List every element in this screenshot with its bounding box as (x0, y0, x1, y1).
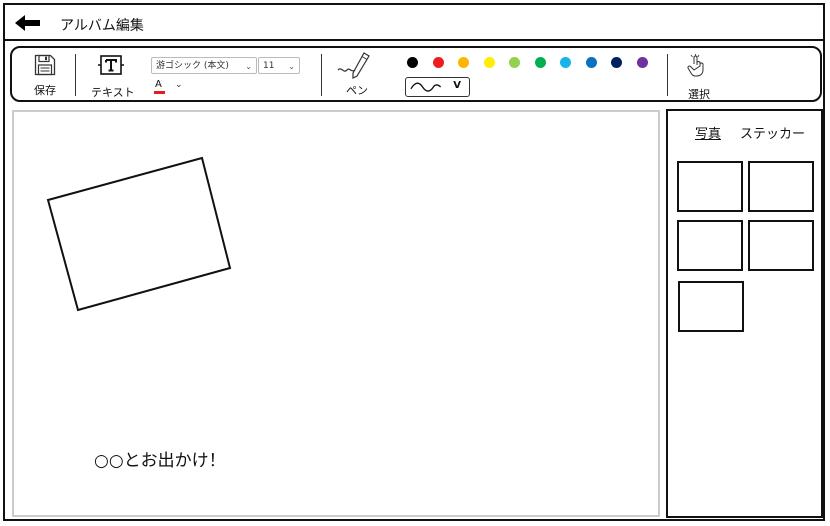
chevron-down-icon: ⌄ (245, 62, 252, 71)
toolbar-divider (321, 54, 322, 96)
color-swatch-navy[interactable] (611, 57, 622, 68)
toolbar-divider (667, 54, 668, 96)
photo-thumbnail[interactable] (678, 281, 744, 332)
toolbar-divider (75, 54, 76, 96)
color-swatch-purple[interactable] (636, 57, 648, 68)
color-swatch-orange[interactable] (458, 57, 469, 68)
color-swatch-yellow[interactable] (483, 57, 495, 68)
page-title: アルバム編集 (60, 18, 144, 34)
font-color-button[interactable]: A ⌄ (153, 79, 187, 96)
floppy-disk-icon (34, 54, 56, 76)
select-label: 選択 (688, 88, 710, 101)
font-color-letter: A (155, 79, 162, 90)
pen-button[interactable]: ペン (336, 50, 382, 97)
pen-icon (337, 52, 370, 79)
text-box-icon (98, 55, 124, 75)
color-swatch-blue[interactable] (585, 57, 597, 68)
side-panel: 写真 ステッカー (666, 109, 823, 518)
hand-pointer-icon (687, 54, 704, 77)
save-button[interactable]: 保存 (30, 52, 62, 98)
canvas-caption[interactable]: ○○とお出かけ！ (94, 446, 226, 471)
photo-thumbnail[interactable] (677, 220, 743, 271)
color-swatch-black[interactable] (407, 57, 418, 68)
chevron-down-icon: ⌄ (175, 80, 183, 90)
color-swatch-green[interactable] (534, 57, 546, 68)
font-size-value: 11 (263, 61, 275, 71)
wave-line-icon (410, 82, 442, 92)
photo-thumbnail[interactable] (748, 161, 814, 212)
color-swatch-red[interactable] (432, 57, 444, 68)
font-color-bar (154, 91, 165, 94)
color-swatch-light-green[interactable] (509, 57, 520, 68)
photo-thumbnail[interactable] (677, 161, 743, 212)
pen-label: ペン (346, 84, 368, 97)
select-button[interactable]: 選択 (680, 52, 720, 101)
save-label: 保存 (34, 84, 56, 97)
color-swatch-sky-blue[interactable] (560, 57, 571, 68)
album-canvas[interactable]: ○○とお出かけ！ (12, 110, 660, 517)
font-family-value: 游ゴシック (本文) (156, 61, 229, 71)
text-label: テキスト (91, 86, 135, 99)
photo-frame[interactable] (44, 152, 244, 322)
arrow-left-icon[interactable] (15, 14, 41, 32)
font-family-select[interactable]: 游ゴシック (本文) ⌄ (151, 57, 257, 74)
pen-style-value: V (453, 80, 461, 91)
photo-thumbnail[interactable] (748, 220, 814, 271)
font-size-select[interactable]: 11 ⌄ (258, 57, 300, 74)
tab-stickers[interactable]: ステッカー (740, 123, 805, 142)
pen-style-select[interactable]: V (405, 77, 470, 97)
toolbar: 保存 テキスト 游ゴシック (本文) ⌄ 11 ⌄ A ⌄ ペン V 選択 (10, 46, 822, 102)
text-button[interactable]: テキスト (89, 52, 145, 99)
title-bar: アルバム編集 (5, 5, 823, 41)
chevron-down-icon: ⌄ (288, 62, 295, 71)
tab-photos[interactable]: 写真 (695, 123, 721, 142)
